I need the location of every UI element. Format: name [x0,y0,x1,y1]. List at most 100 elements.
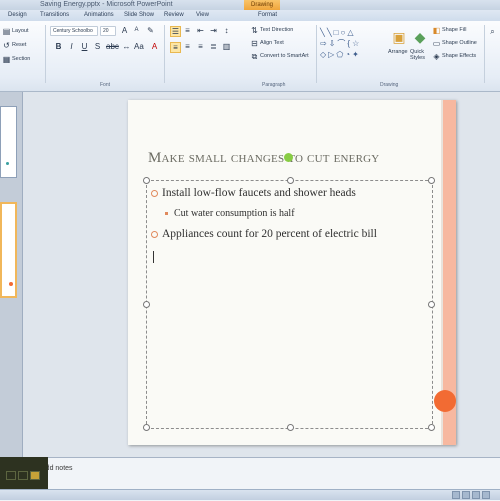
shape-icon[interactable]: ⬠ [336,50,345,59]
normal-view-icon[interactable] [452,491,460,499]
shape-outline-button[interactable]: Shape Outline [442,40,477,46]
justify-icon[interactable]: ≣ [209,42,218,51]
ribbon-tab-row: Design Transitions Animations Slide Show… [0,10,500,21]
line-spacing-icon[interactable]: ↕ [222,26,231,35]
text-direction-icon[interactable]: ⇅ [250,26,259,35]
shape-effects-icon[interactable]: ◈ [432,52,441,61]
resize-handle[interactable] [143,177,150,184]
bullet-text: Appliances count for 20 percent of elect… [162,228,377,240]
thumb-accent [6,162,9,165]
shape-effects-button[interactable]: Shape Effects [442,53,476,59]
tab-view[interactable]: View [196,10,209,21]
line-shape-icon[interactable]: ╲ [327,28,334,37]
shadow-icon[interactable]: S [93,42,102,51]
change-case-icon[interactable]: Aa [134,42,144,51]
reset-button[interactable]: Reset [12,42,26,48]
font-color-icon[interactable]: A [150,42,159,51]
drawing-group-label: Drawing [380,82,399,88]
smartart-icon[interactable]: ⧉ [250,52,259,61]
slideshow-view-icon[interactable] [482,491,490,499]
shape-icon[interactable]: ◇ [320,50,328,59]
player-button[interactable] [6,471,16,480]
ribbon: ▤ Layout ↺ Reset ▦ Section Century Schoo… [0,21,500,92]
drawing-tools-context-tab[interactable]: Drawing Tools [244,0,280,18]
content-placeholder[interactable]: Install low-flow faucets and shower head… [143,177,435,431]
bullet-item[interactable]: Appliances count for 20 percent of elect… [151,228,377,240]
star-shape-icon[interactable]: ☆ [352,39,361,48]
player-button[interactable] [18,471,28,480]
strikethrough-icon[interactable]: abc [106,42,119,51]
shape-icon[interactable]: ✦ [352,50,361,59]
tab-transitions[interactable]: Transitions [40,10,69,21]
char-spacing-icon[interactable]: ↔ [122,42,131,51]
resize-handle[interactable] [143,424,150,431]
slide-canvas[interactable]: Make small changes to cut energy Install… [128,100,456,445]
slide-thumbnail-2[interactable] [0,202,17,298]
font-name-select[interactable]: Century Schoolbo [50,26,98,36]
bullets-icon[interactable]: ☰ [170,26,181,37]
font-group-label: Font [100,82,111,88]
bold-icon[interactable]: B [54,42,63,51]
bullet-icon [151,230,158,238]
underline-icon[interactable]: U [80,42,89,51]
rotation-handle[interactable] [284,153,293,162]
clear-formatting-icon[interactable]: ✎ [146,26,155,35]
align-text-icon[interactable]: ⊟ [250,39,259,48]
arrange-button[interactable]: Arrange [388,49,408,55]
section-icon[interactable]: ▦ [2,55,11,64]
align-text-button[interactable]: Align Text [260,40,284,46]
decrease-indent-icon[interactable]: ⇤ [196,26,205,35]
slides-pane [0,92,23,457]
resize-handle[interactable] [428,177,435,184]
thumb-accent [9,282,13,286]
italic-icon[interactable]: I [67,42,76,51]
resize-handle[interactable] [428,301,435,308]
arrow-shape-icon[interactable]: ⇨ [320,39,329,48]
convert-smartart-button[interactable]: Convert to SmartArt [260,53,309,59]
grow-font-icon[interactable]: A [120,26,129,35]
tab-format[interactable]: Format [258,10,277,21]
quick-styles-icon[interactable]: ◆ [412,29,428,45]
reset-icon[interactable]: ↺ [2,41,11,50]
resize-handle[interactable] [287,424,294,431]
shape-fill-icon[interactable]: ◧ [432,26,441,35]
layout-icon[interactable]: ▤ [2,27,11,36]
resize-handle[interactable] [428,424,435,431]
quick-styles-button[interactable]: Quick Styles [410,49,432,61]
columns-icon[interactable]: ▥ [222,42,231,51]
increase-indent-icon[interactable]: ⇥ [209,26,218,35]
arrange-icon[interactable]: ▣ [391,29,407,45]
find-icon[interactable]: ⌕ [488,27,497,36]
resize-handle[interactable] [287,177,294,184]
center-icon[interactable]: ≡ [183,42,192,51]
align-left-icon[interactable]: ≡ [170,42,181,53]
tab-animations[interactable]: Animations [84,10,114,21]
resize-handle[interactable] [143,301,150,308]
slide-thumbnail-1[interactable] [0,106,17,178]
font-size-select[interactable]: 20 [100,26,116,36]
section-button[interactable]: Section [12,56,30,62]
shrink-font-icon[interactable]: A [132,26,141,35]
player-button[interactable] [30,471,40,480]
tab-review[interactable]: Review [164,10,184,21]
rectangle-shape-icon[interactable]: □ [334,28,341,37]
text-cursor [153,251,154,263]
tab-design[interactable]: Design [8,10,27,21]
sub-bullet-item[interactable]: Cut water consumption is half [165,208,295,219]
tab-slide-show[interactable]: Slide Show [124,10,154,21]
align-right-icon[interactable]: ≡ [196,42,205,51]
reading-view-icon[interactable] [472,491,480,499]
shape-outline-icon[interactable]: ▭ [432,39,441,48]
bullet-item[interactable]: Install low-flow faucets and shower head… [151,187,356,199]
window-title: Saving Energy.pptx - Microsoft PowerPoin… [40,1,173,8]
shapes-gallery[interactable]: ╲╲□○△ ⇨⇩⌒{☆ ◇▷⬠◔✦ [320,27,380,71]
slide-title[interactable]: Make small changes to cut energy [148,150,379,167]
numbering-icon[interactable]: ≡ [183,26,192,35]
text-direction-button[interactable]: Text Direction [260,27,293,33]
line-shape-icon[interactable]: ╲ [320,28,327,37]
sorter-view-icon[interactable] [462,491,470,499]
shape-fill-button[interactable]: Shape Fill [442,27,466,33]
curve-shape-icon[interactable]: ⌒ [337,39,347,48]
triangle-shape-icon[interactable]: △ [347,28,355,37]
layout-button[interactable]: Layout [12,28,29,34]
